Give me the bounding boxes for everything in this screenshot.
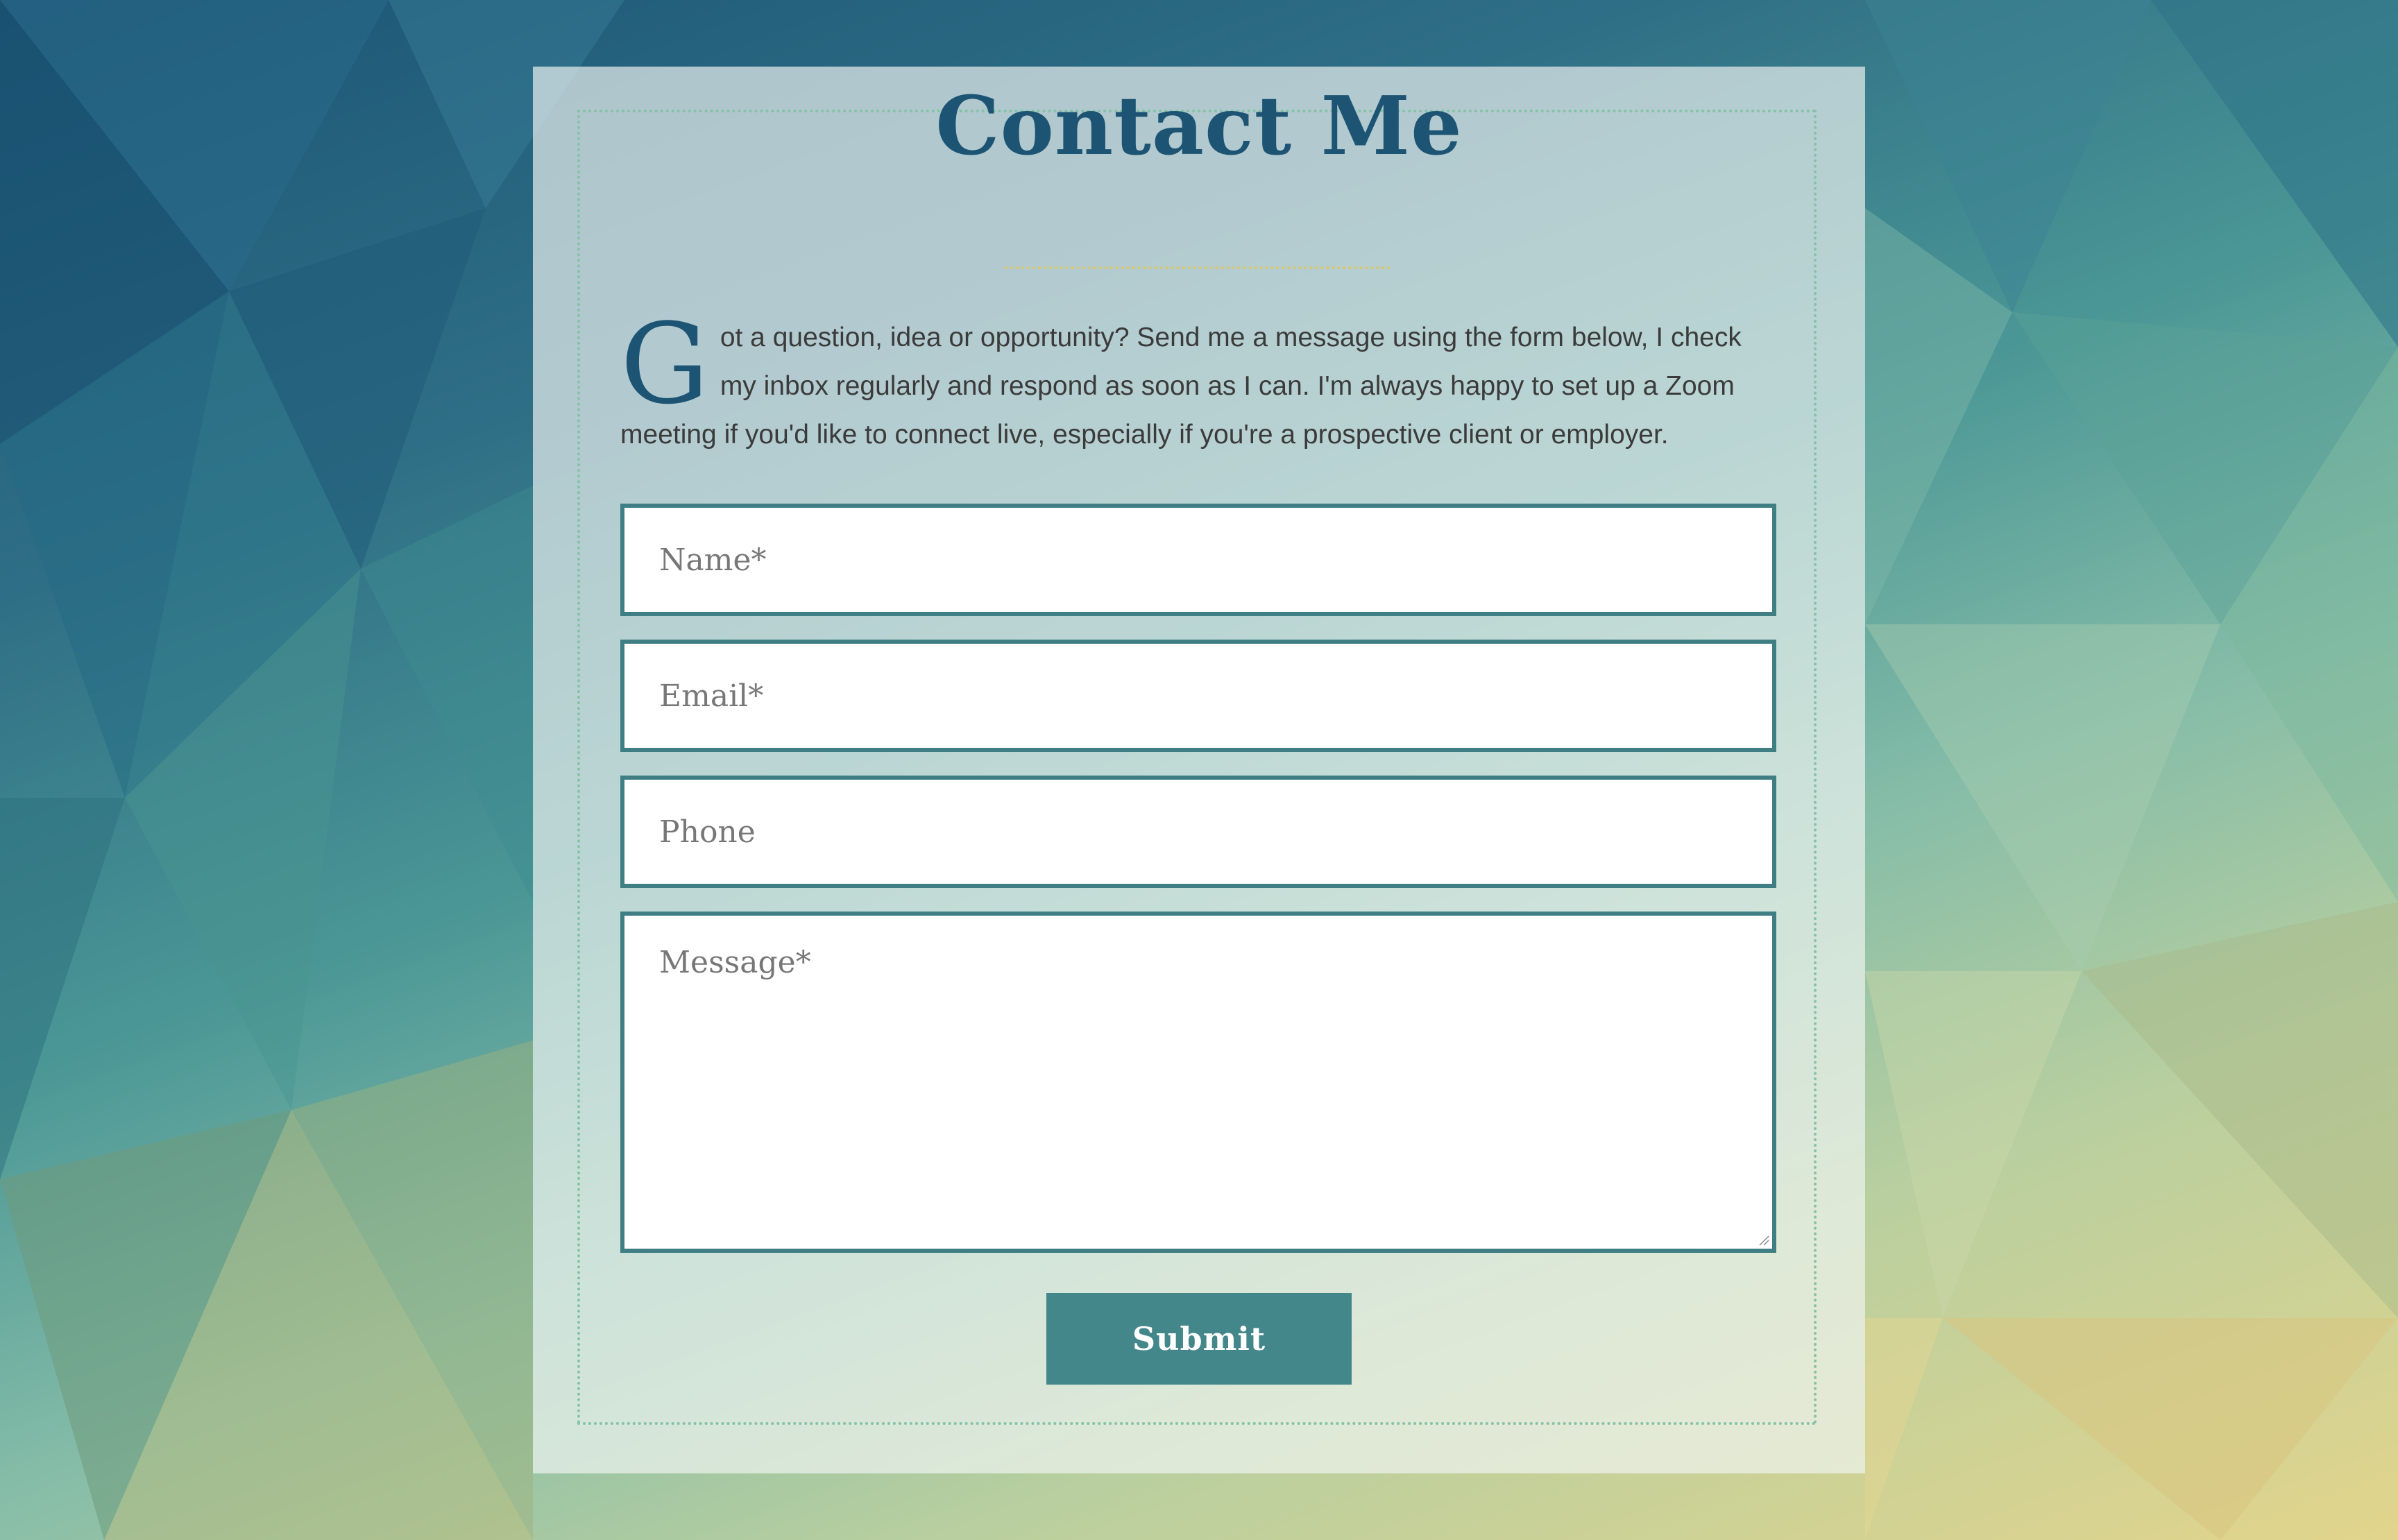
phone-field	[620, 776, 1776, 888]
email-field	[620, 640, 1776, 752]
name-field	[620, 504, 1776, 616]
intro-paragraph: G ot a question, idea or opportunity? Se…	[620, 299, 1775, 459]
email-input[interactable]	[624, 644, 1772, 748]
resize-handle-icon[interactable]	[1757, 1233, 1769, 1246]
contact-card	[533, 67, 1865, 1473]
intro-text: ot a question, idea or opportunity? Send…	[620, 323, 1742, 450]
message-input[interactable]	[624, 916, 1772, 1249]
title-divider	[1005, 266, 1391, 269]
page-title: Contact Me	[935, 79, 1463, 173]
phone-input[interactable]	[624, 780, 1772, 884]
message-field	[620, 912, 1776, 1253]
submit-button[interactable]: Submit	[1046, 1293, 1352, 1385]
intro-dropcap: G	[620, 299, 709, 429]
name-input[interactable]	[624, 508, 1772, 612]
